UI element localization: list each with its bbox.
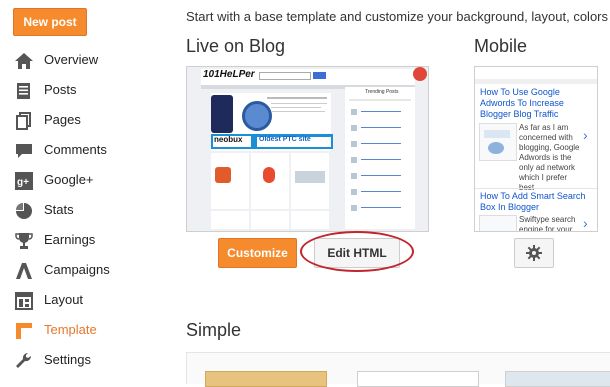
sidebar-item-label: Overview [44, 52, 99, 67]
preview-search-button [313, 72, 326, 79]
sidebar-item-google-plus[interactable]: g+ Google+ [0, 166, 170, 196]
posts-icon [14, 82, 34, 100]
chevron-right-icon: › [583, 215, 588, 231]
sidebar-item-label: Stats [44, 202, 74, 217]
gear-icon [526, 245, 542, 261]
sidebar-item-overview[interactable]: Overview [0, 46, 170, 76]
preview-ad-text: neobux [214, 135, 243, 144]
simple-title: Simple [186, 320, 242, 340]
mobile-post-excerpt-1: As far as I am concerned with blogging, … [519, 123, 580, 192]
sidebar-item-label: Posts [44, 82, 77, 97]
stats-icon [14, 202, 34, 220]
wrench-icon [14, 352, 34, 370]
preview-ad-tagline: Oldest PTC site [259, 136, 311, 143]
sidebar-item-pages[interactable]: Pages [0, 106, 170, 136]
sidebar-item-label: Comments [44, 142, 107, 157]
sidebar-item-label: Template [44, 322, 97, 337]
simple-template-thumb-2[interactable] [357, 371, 479, 387]
mobile-post-excerpt-2: Swiftype search engine for your [519, 215, 576, 232]
intro-text: Start with a base template and customize… [186, 9, 608, 24]
sidebar-item-stats[interactable]: Stats [0, 196, 170, 226]
preview-phone-image [211, 95, 233, 133]
home-icon [14, 52, 34, 70]
mobile-post-thumbnail-2 [479, 215, 517, 231]
sidebar: New post Overview Posts Pages Comments g… [0, 0, 170, 383]
mobile-post-thumbnail-1 [479, 123, 517, 161]
mobile-post-title-1: How To Use Google Adwords To Increase Bl… [480, 87, 564, 119]
comments-icon [14, 142, 34, 160]
highlight-oval [300, 231, 414, 272]
mobile-template-preview[interactable]: How To Use Google Adwords To Increase Bl… [474, 66, 598, 232]
customize-button[interactable]: Customize [218, 238, 297, 268]
live-on-blog-title: Live on Blog [186, 36, 286, 56]
new-post-button[interactable]: New post [13, 8, 87, 36]
preview-logo: 101HeLPer [203, 69, 255, 80]
preview-widget-title: Trending Posts [365, 89, 399, 95]
live-template-preview[interactable]: 101HeLPer neobux Oldest PTC site Trendin… [186, 66, 429, 232]
sidebar-item-label: Google+ [44, 172, 94, 187]
preview-search-box [259, 72, 311, 80]
google-plus-icon: g+ [14, 172, 34, 190]
preview-badge [413, 67, 427, 81]
sidebar-item-label: Earnings [44, 232, 96, 247]
mobile-title: Mobile [474, 36, 528, 56]
sidebar-item-earnings[interactable]: Earnings [0, 226, 170, 256]
trophy-icon [14, 232, 34, 250]
campaigns-icon [14, 262, 34, 280]
chevron-right-icon: › [583, 127, 588, 143]
sidebar-item-layout[interactable]: Layout [0, 286, 170, 316]
sidebar-item-settings[interactable]: Settings [0, 346, 170, 376]
mobile-post-title-2: How To Add Smart Search Box In Blogger [480, 191, 586, 212]
mobile-settings-button[interactable] [514, 238, 554, 268]
sidebar-item-label: Layout [44, 292, 84, 307]
sidebar-item-label: Settings [44, 352, 91, 367]
pages-icon [14, 112, 34, 130]
template-icon [14, 322, 34, 340]
simple-template-gallery [186, 352, 610, 387]
simple-template-thumb-1[interactable] [205, 371, 327, 387]
preview-globe-image [242, 101, 272, 131]
sidebar-item-label: Pages [44, 112, 81, 127]
sidebar-item-posts[interactable]: Posts [0, 76, 170, 106]
layout-icon [14, 292, 34, 310]
sidebar-item-label: Campaigns [44, 262, 110, 277]
sidebar-item-comments[interactable]: Comments [0, 136, 170, 166]
sidebar-item-campaigns[interactable]: Campaigns [0, 256, 170, 286]
simple-template-thumb-3[interactable] [505, 371, 610, 387]
svg-text:g+: g+ [17, 177, 29, 188]
sidebar-item-template[interactable]: Template [0, 316, 170, 346]
